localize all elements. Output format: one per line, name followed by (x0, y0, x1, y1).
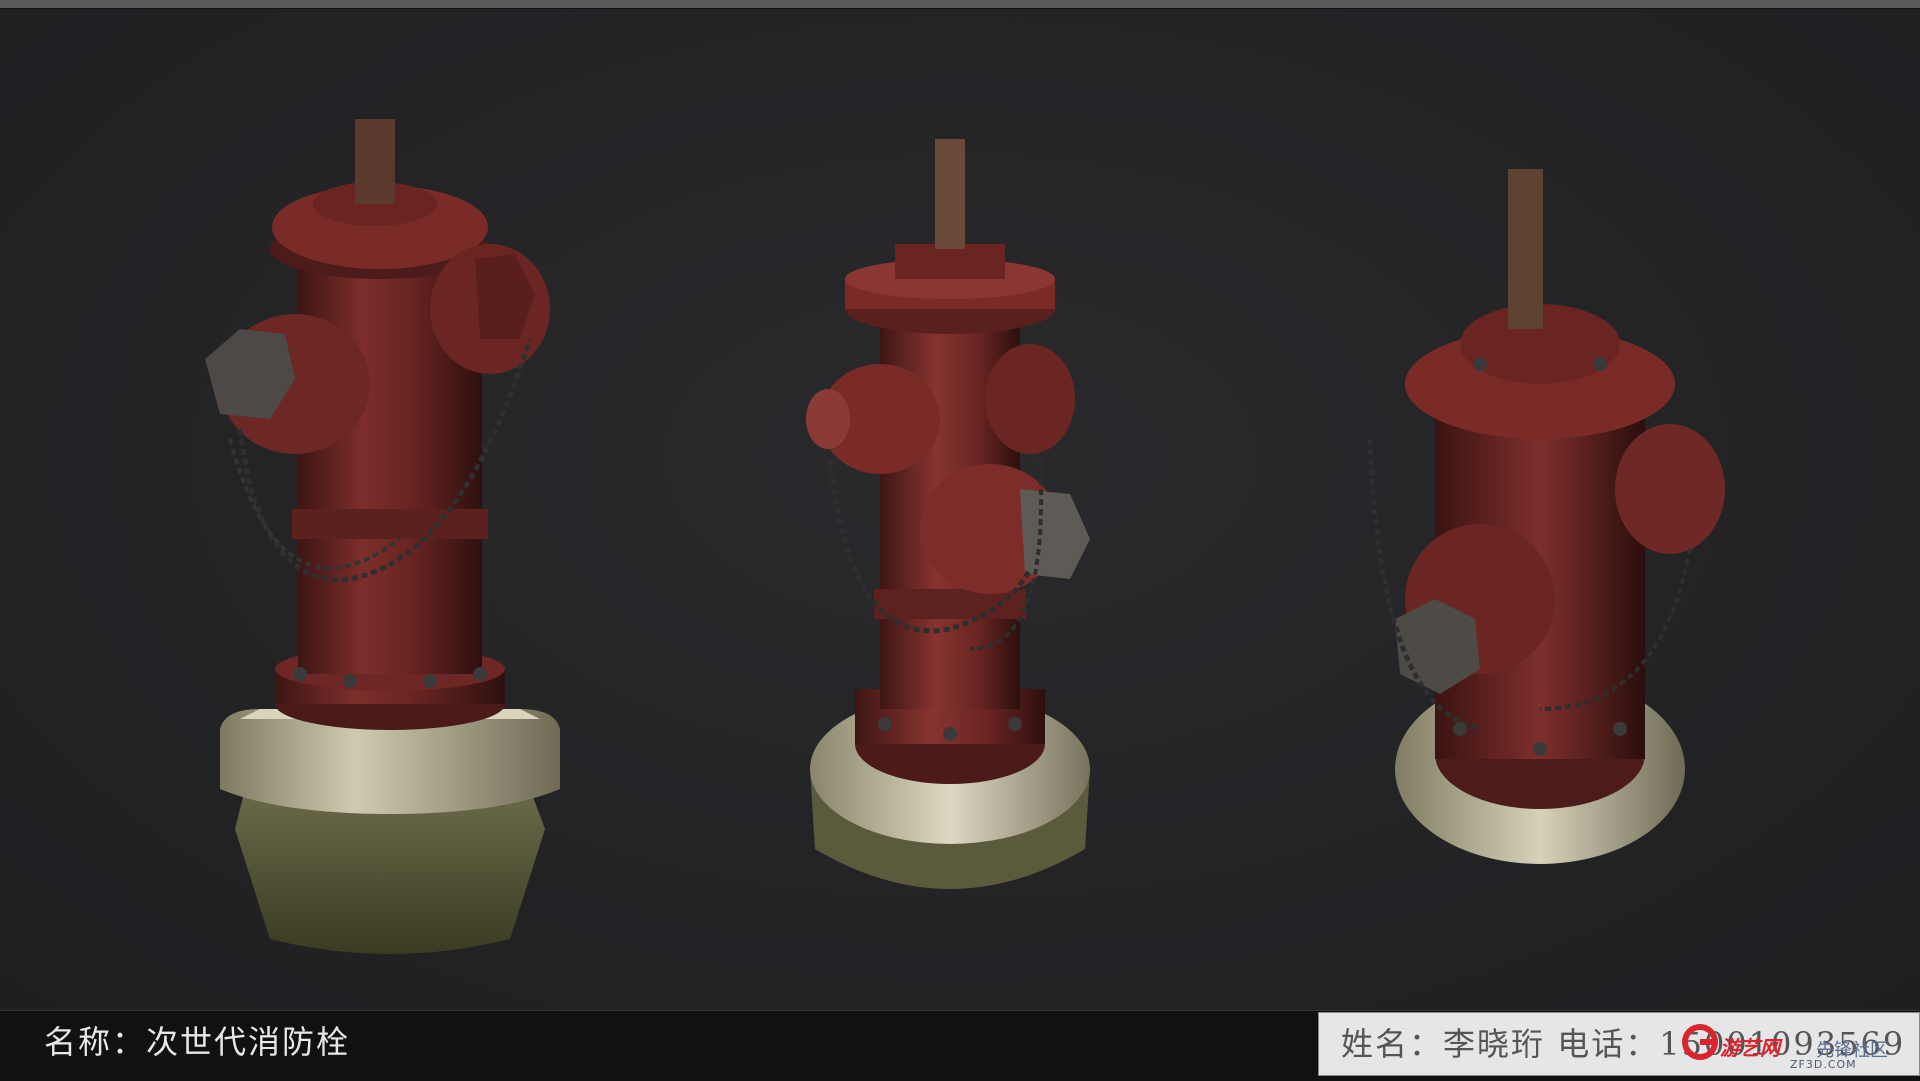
hydrant-render-3 (1367, 169, 1725, 864)
model-name-value: 次世代消防栓 (146, 1023, 351, 1061)
phone-label: 电话： (1557, 1025, 1660, 1063)
site-watermark: 游艺网 先锋社区 ZF3D.COM (1680, 1018, 1918, 1078)
watermark-domain: ZF3D.COM (1790, 1058, 1857, 1071)
watermark-logo-icon (1682, 1024, 1718, 1060)
model-name-caption: 名称：次世代消防栓 (44, 1012, 350, 1072)
hydrant-render-2 (806, 139, 1090, 889)
hydrant-render-1 (205, 119, 560, 954)
model-name-label: 名称： (44, 1023, 147, 1061)
author-name-label: 姓名： (1341, 1025, 1444, 1063)
render-canvas: 名称：次世代消防栓 姓名：李晓珩 电话：15001093569 游艺网 先锋社区… (0, 0, 1920, 1081)
top-border (0, 0, 1920, 9)
render-area (0, 9, 1920, 1009)
watermark-site-name: 游艺网 (1720, 1036, 1780, 1060)
author-name-value: 李晓珩 (1443, 1025, 1546, 1063)
